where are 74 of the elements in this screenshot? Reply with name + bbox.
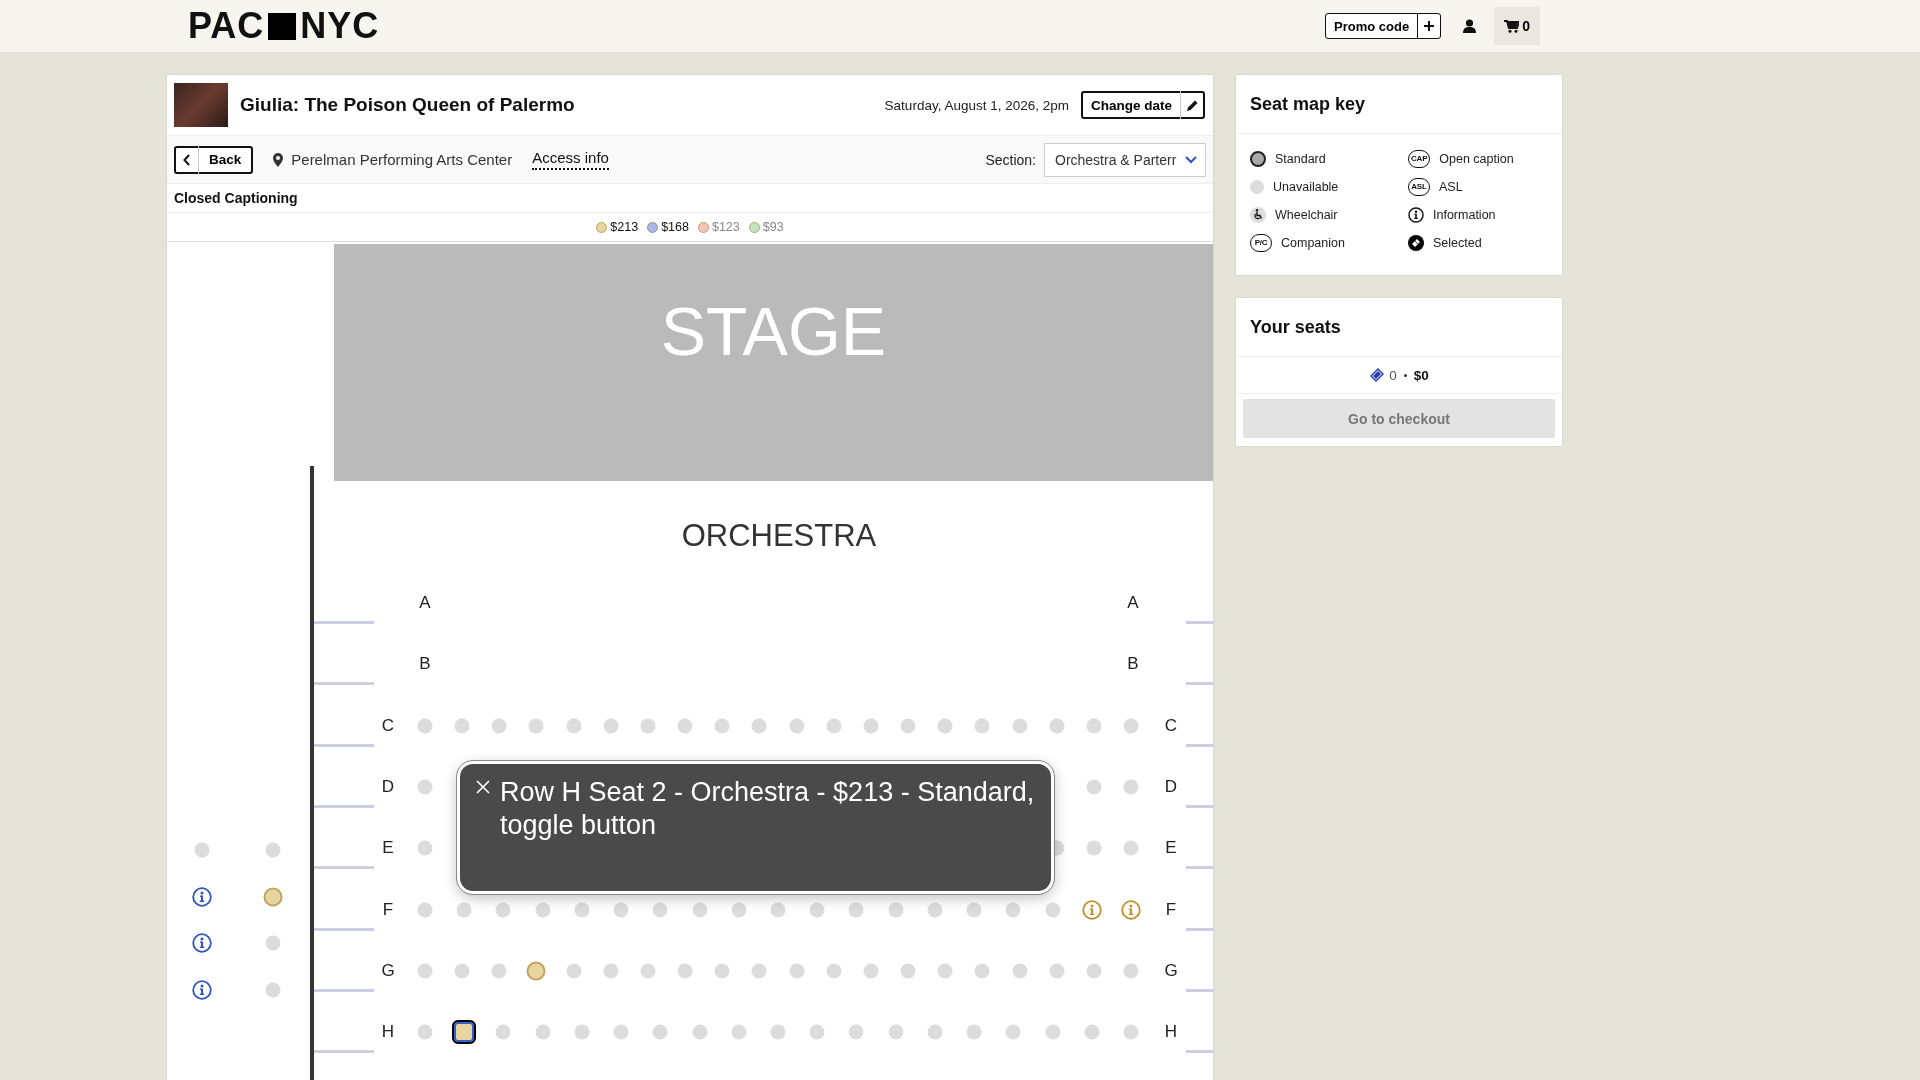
tooltip-text: Row H Seat 2 - Orchestra - $213 - Standard, toggle button bbox=[500, 776, 1035, 842]
row-label: D bbox=[381, 776, 395, 797]
row-label: A bbox=[1127, 593, 1139, 613]
back-button[interactable]: Back bbox=[174, 145, 254, 174]
access-info-link[interactable]: Access info bbox=[532, 149, 609, 170]
row-label: H bbox=[1164, 1022, 1178, 1043]
change-date-button[interactable]: Change date bbox=[1081, 91, 1205, 119]
unavailable-seat-icon bbox=[1250, 179, 1264, 194]
pencil-icon bbox=[1185, 98, 1199, 112]
row-label: C bbox=[381, 715, 395, 736]
info-seat-icon[interactable] bbox=[192, 979, 212, 1000]
info-seat-icon[interactable] bbox=[192, 886, 212, 907]
logo-square-icon bbox=[268, 12, 297, 40]
row-label: E bbox=[1165, 838, 1177, 859]
card-title: Your seats bbox=[1236, 298, 1562, 357]
legend-label: ASL bbox=[1439, 179, 1463, 194]
price-label: $123 bbox=[711, 220, 740, 234]
section-dropdown[interactable]: Orchestra & Parterr bbox=[1044, 142, 1206, 177]
row-label: G bbox=[381, 960, 395, 981]
separator-dot-icon bbox=[1403, 373, 1407, 377]
row-label: B bbox=[419, 654, 431, 675]
photo-placeholder bbox=[174, 83, 228, 127]
cart-icon bbox=[1504, 19, 1520, 33]
legend-label: Companion bbox=[1281, 235, 1345, 250]
map-pin-icon bbox=[273, 152, 284, 167]
venue-name: Perelman Performing Arts Center bbox=[291, 151, 513, 168]
event-title: Giulia: The Poison Queen of Palermo bbox=[240, 94, 576, 116]
info-seat-icon[interactable] bbox=[1081, 899, 1102, 920]
cart-button[interactable]: 0 bbox=[1494, 7, 1540, 45]
row-label: C bbox=[1164, 715, 1178, 736]
total-price: $0 bbox=[1413, 367, 1429, 383]
row-label: G bbox=[1164, 960, 1178, 981]
price-label: $168 bbox=[661, 220, 689, 234]
selected-seat-icon bbox=[1408, 234, 1424, 251]
card-title: Seat map key bbox=[1236, 75, 1562, 134]
stage-label: STAGE bbox=[660, 292, 887, 370]
logo-text[interactable]: PAC bbox=[188, 5, 265, 47]
legend-label: Wheelchair bbox=[1275, 207, 1338, 222]
selected-seat[interactable] bbox=[452, 1020, 477, 1045]
chevron-down-icon bbox=[1185, 155, 1197, 164]
access-mode-label: Closed Captioning bbox=[174, 190, 298, 206]
price-label: $213 bbox=[610, 220, 639, 234]
row-label: F bbox=[382, 899, 394, 920]
section-title: ORCHESTRA bbox=[681, 518, 877, 553]
legend-label: Unavailable bbox=[1273, 179, 1339, 194]
legend-label: Selected bbox=[1433, 235, 1482, 250]
seat-count: 0 bbox=[1389, 367, 1397, 383]
standard-seat-icon bbox=[1250, 150, 1266, 167]
user-icon[interactable] bbox=[1463, 19, 1477, 33]
row-label: F bbox=[1165, 899, 1177, 920]
wheelchair-icon bbox=[1250, 206, 1266, 223]
promo-code-button[interactable]: Promo code bbox=[1325, 13, 1442, 39]
price-label: $93 bbox=[762, 220, 784, 234]
caption-seat-icon: CAP bbox=[1408, 149, 1431, 168]
logo-text[interactable]: NYC bbox=[300, 5, 380, 47]
ticket-icon bbox=[1369, 367, 1386, 383]
row-label: B bbox=[1127, 654, 1139, 675]
chevron-left-icon bbox=[183, 153, 191, 166]
event-date: Saturday, August 1, 2026, 2pm bbox=[884, 97, 1069, 113]
close-icon[interactable] bbox=[476, 780, 490, 794]
row-label: H bbox=[381, 1022, 395, 1043]
legend-label: Information bbox=[1433, 207, 1496, 222]
legend-label: Standard bbox=[1275, 151, 1326, 166]
asl-seat-icon: ASL bbox=[1408, 177, 1430, 196]
row-label: A bbox=[419, 593, 431, 613]
section-label: Section: bbox=[985, 151, 1036, 168]
plus-icon bbox=[1423, 20, 1436, 32]
info-seat-icon[interactable] bbox=[192, 933, 212, 953]
legend-label: Open caption bbox=[1439, 151, 1514, 166]
info-seat-icon[interactable] bbox=[1121, 899, 1141, 920]
row-label: E bbox=[382, 838, 394, 859]
info-icon bbox=[1408, 206, 1424, 223]
companion-seat-icon: P/C bbox=[1250, 233, 1272, 252]
row-label: D bbox=[1164, 776, 1178, 797]
